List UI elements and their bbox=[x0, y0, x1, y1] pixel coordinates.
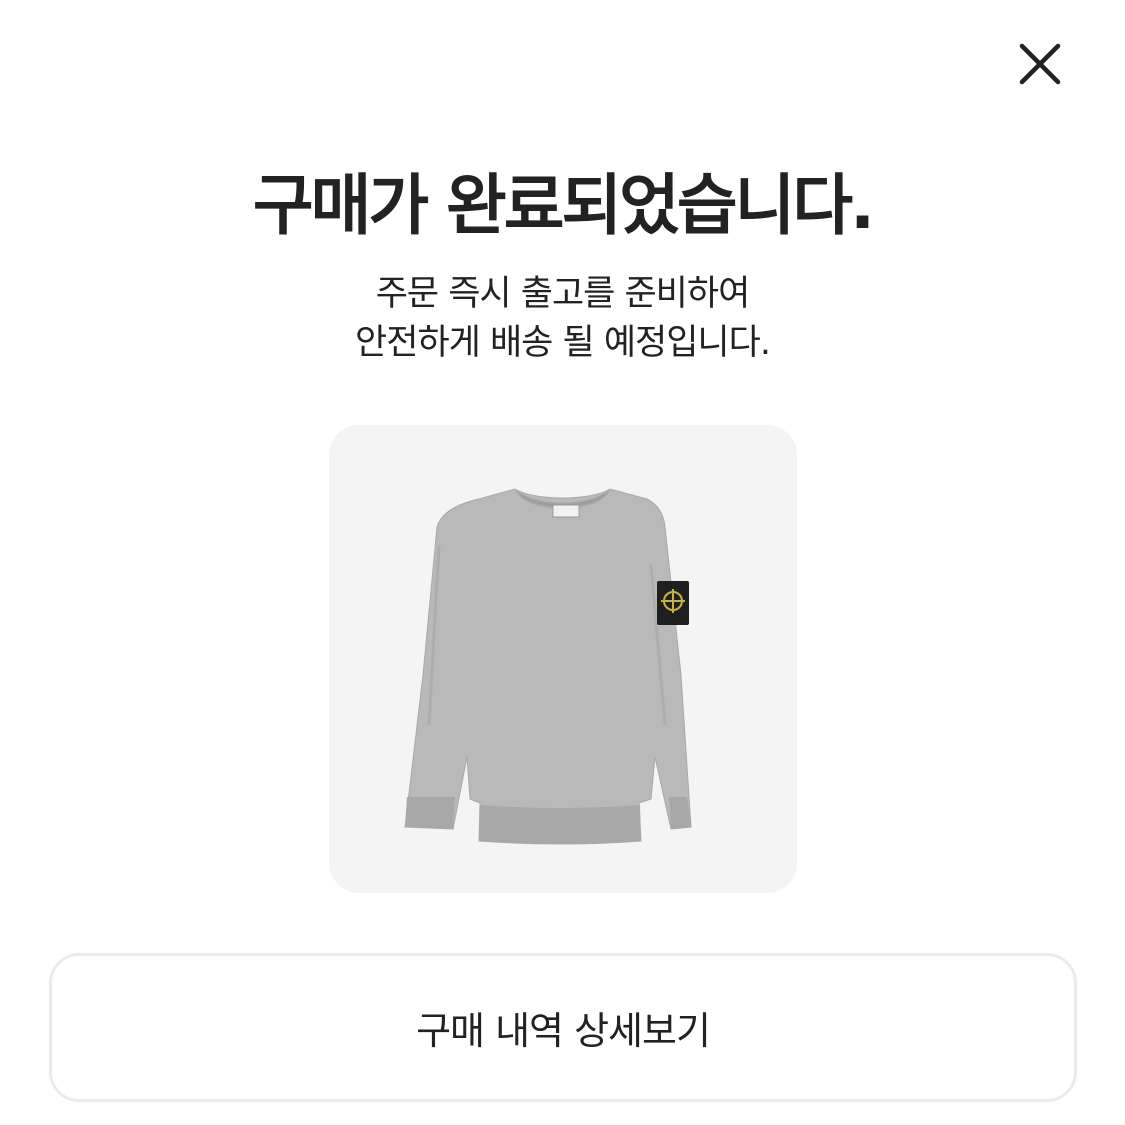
close-button[interactable] bbox=[1012, 36, 1068, 92]
page-title: 구매가 완료되었습니다. bbox=[252, 167, 875, 244]
close-icon bbox=[1019, 43, 1061, 85]
purchase-complete-screen: 구매가 완료되었습니다. 주문 즉시 출고를 준비하여 안전하게 배송 될 예정… bbox=[0, 0, 1125, 1125]
product-image-card bbox=[329, 425, 797, 893]
purchase-detail-button[interactable]: 구매 내역 상세보기 bbox=[49, 953, 1077, 1102]
subtitle-line-1: 주문 즉시 출고를 준비하여 bbox=[375, 274, 751, 314]
subtitle-line-2: 안전하게 배송 될 예정입니다. bbox=[355, 323, 771, 363]
product-image bbox=[404, 488, 692, 845]
compass-badge-icon bbox=[657, 581, 689, 625]
subtitle: 주문 즉시 출고를 준비하여 안전하게 배송 될 예정입니다. bbox=[0, 270, 1125, 368]
